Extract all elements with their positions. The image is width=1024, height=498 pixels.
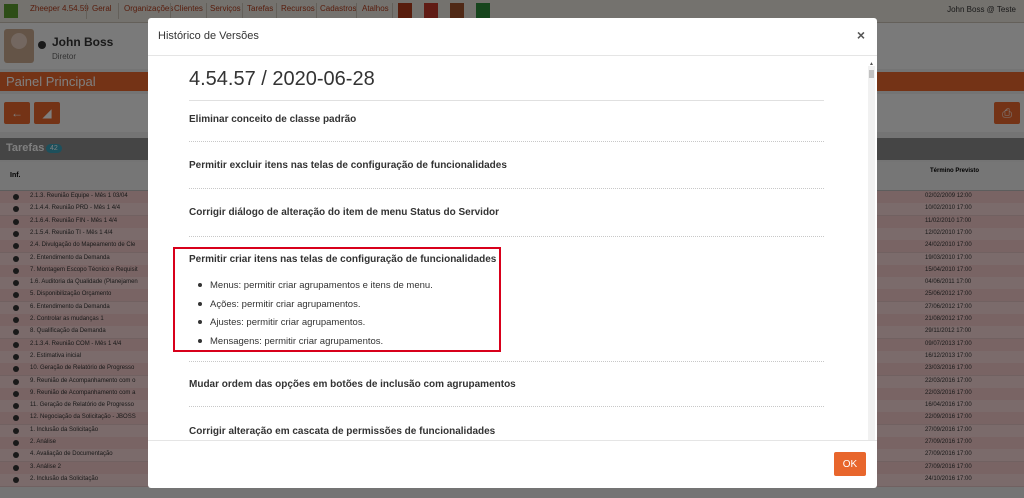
dialog-scrollbar[interactable]: ▲ ▼	[868, 61, 875, 440]
list-item: Menus: permitir criar agrupamentos e ite…	[198, 280, 433, 299]
ok-button[interactable]: OK	[834, 452, 866, 476]
change-item: Corrigir diálogo de alteração do item de…	[189, 207, 500, 218]
version-history-dialog: Histórico de Versões × 4.54.57 / 2020-06…	[148, 18, 877, 488]
change-item: Permitir excluir itens nas telas de conf…	[189, 160, 507, 171]
list-item: Ações: permitir criar agrupamentos.	[198, 299, 433, 318]
change-item: Eliminar conceito de classe padrão	[189, 114, 357, 125]
scrollbar-thumb[interactable]	[869, 70, 874, 78]
change-item: Permitir criar itens nas telas de config…	[189, 254, 497, 265]
change-details-list: Menus: permitir criar agrupamentos e ite…	[198, 280, 433, 354]
list-item: Ajustes: permitir criar agrupamentos.	[198, 317, 433, 336]
dialog-title: Histórico de Versões	[158, 30, 259, 42]
version-heading: 4.54.57 / 2020-06-28	[189, 68, 375, 90]
change-item: Corrigir alteração em cascata de permiss…	[189, 426, 496, 437]
close-icon[interactable]: ×	[857, 27, 865, 43]
change-item: Mudar ordem das opções em botões de incl…	[189, 379, 516, 390]
list-item: Mensagens: permitir criar agrupamentos.	[198, 336, 433, 355]
dialog-body[interactable]: 4.54.57 / 2020-06-28 Eliminar conceito d…	[148, 56, 877, 440]
